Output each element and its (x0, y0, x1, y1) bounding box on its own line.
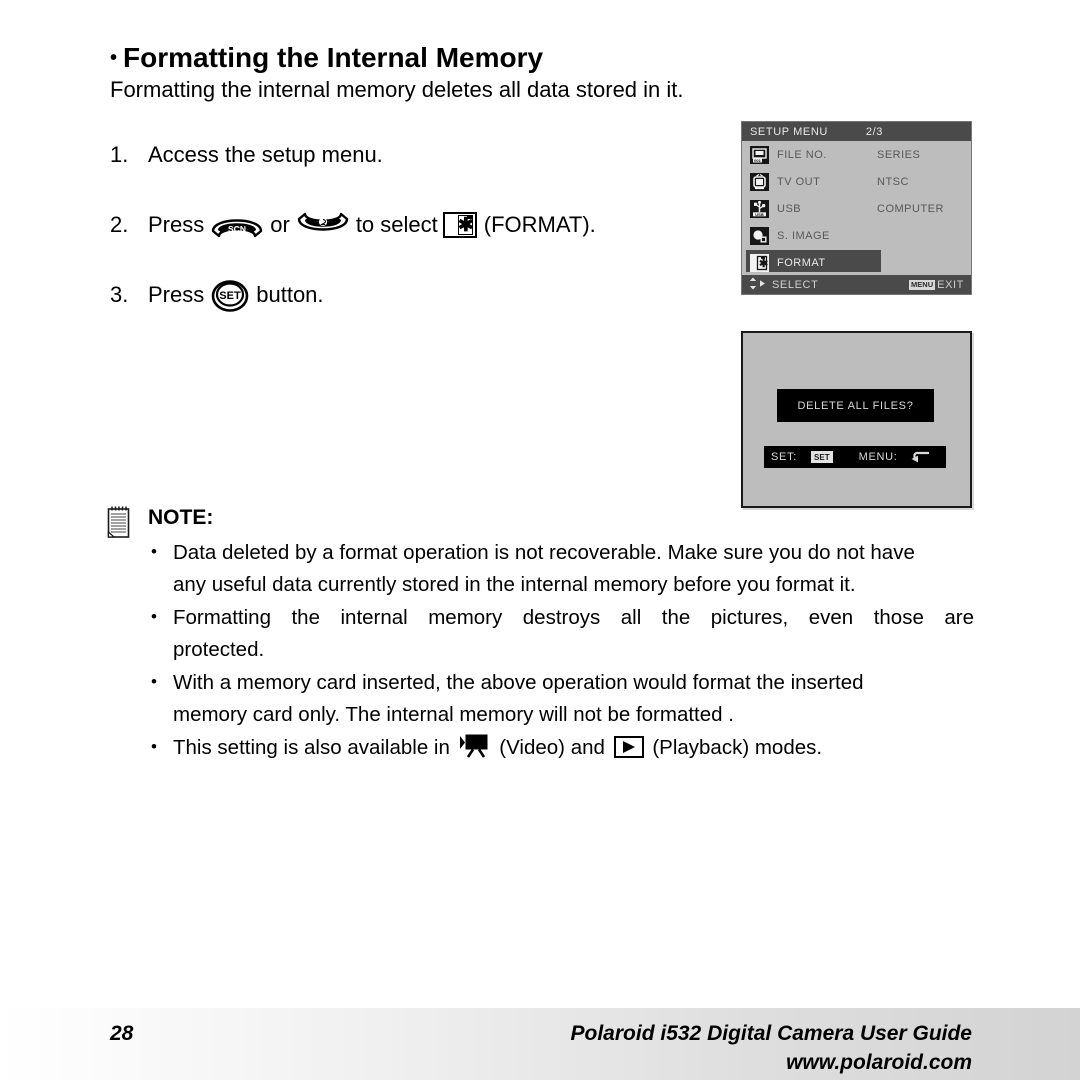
step-2-text-tail: (FORMAT). (483, 212, 596, 237)
camera-confirm-dialog-screenshot: DELETE ALL FILES? SET: SET MENU: (741, 331, 972, 508)
svg-text:✱: ✱ (759, 258, 768, 270)
page-subtitle: Formatting the internal memory deletes a… (110, 77, 684, 102)
setup-menu-page-index: 2/3 (865, 125, 884, 138)
confirm-dialog-action-bar: SET: SET MENU: (764, 446, 946, 468)
page-footer: 28 Polaroid i532 Digital Camera User Gui… (0, 1008, 1080, 1080)
step-3-text-button: button. (256, 282, 324, 307)
setup-menu-label-usb: USB (777, 202, 802, 215)
scn-button-icon: SCN (210, 211, 264, 239)
setup-menu-item-s-image[interactable]: S. IMAGE (742, 222, 971, 249)
note-item-line: With a memory card inserted, the above o… (173, 671, 864, 694)
step-3: 3. Press SET button. (110, 271, 710, 319)
guide-title: Polaroid i532 Digital Camera User Guide (570, 1022, 972, 1045)
note-item-line-inline: This setting is also available in (Video… (173, 732, 974, 764)
note-text-part-b: (Video) and (499, 736, 605, 759)
note-list: • Data deleted by a format operation is … (148, 537, 974, 765)
format-icon: ✱ (750, 253, 769, 272)
tv-out-icon (750, 172, 769, 191)
step-1: 1. Access the setup menu. (110, 131, 710, 179)
step-1-number: 1. (110, 142, 129, 167)
camera-setup-menu-screenshot: SETUP MENU 2/3 001 FILE NO. SERIES TV OU… (741, 121, 972, 295)
note-item-line: protected. (173, 638, 265, 661)
startup-image-icon (750, 226, 769, 245)
format-icon: ✱ (442, 212, 477, 238)
setup-menu-label-s-image: S. IMAGE (777, 229, 830, 242)
dpad-arrows-icon (748, 277, 766, 293)
playback-triangle-shape (622, 740, 635, 753)
note-item-line: Data deleted by a format operation is no… (173, 541, 915, 564)
menu-button-chip: MENU (909, 279, 936, 290)
confirm-menu-label: MENU: (858, 451, 898, 463)
svg-text:SCN: SCN (228, 224, 246, 234)
confirm-dialog-message: DELETE ALL FILES? (777, 389, 934, 422)
setup-menu-label-format: FORMAT (777, 256, 826, 269)
file-number-icon: 001 (750, 145, 769, 164)
self-timer-button-icon (296, 211, 350, 239)
step-2-text-press: Press (148, 212, 205, 237)
confirm-set-label: SET: (771, 451, 798, 463)
setup-menu-value-tv-out: NTSC (877, 175, 909, 188)
set-button-icon: SET (210, 275, 250, 315)
setup-menu-value-usb: COMPUTER (877, 202, 944, 215)
note-title: NOTE: (148, 506, 214, 529)
note-bullet-icon: • (151, 672, 157, 691)
setup-menu-item-usb[interactable]: USB USB COMPUTER (742, 195, 971, 222)
setup-menu-value-file-no: SERIES (877, 148, 921, 161)
step-3-number: 3. (110, 282, 129, 307)
step-1-text: Access the setup menu. (148, 142, 383, 167)
notepad-icon (106, 505, 132, 539)
playback-icon (613, 736, 644, 758)
back-arrow-icon (910, 450, 930, 464)
note-text-part-c: (Playback) modes. (652, 736, 823, 759)
setup-menu-label-file-no: FILE NO. (777, 148, 827, 161)
note-bullet-icon: • (151, 607, 157, 626)
page-number: 28 (110, 1022, 134, 1045)
video-camera-icon (459, 732, 491, 758)
format-star-glyph: ✱ (457, 215, 474, 236)
heading-text: Formatting the Internal Memory (123, 42, 544, 73)
note-item-line: Formatting the internal memory destroys … (173, 606, 974, 629)
note-item-line: any useful data currently stored in the … (173, 573, 856, 596)
setup-menu-label-tv-out: TV OUT (777, 175, 821, 188)
setup-menu-rows: 001 FILE NO. SERIES TV OUT NTSC USB USB … (742, 141, 971, 272)
setup-menu-title: SETUP MENU (750, 125, 828, 138)
note-item: • Data deleted by a format operation is … (148, 537, 974, 601)
svg-text:USB: USB (755, 211, 764, 216)
step-2-text-or: or (270, 212, 290, 237)
setup-menu-titlebar: SETUP MENU 2/3 (742, 122, 971, 141)
note-bullet-icon: • (151, 737, 157, 756)
note-item: • This setting is also available in (Vid… (148, 732, 974, 764)
step-2-text-select: to select (355, 212, 438, 237)
setup-menu-item-file-no[interactable]: 001 FILE NO. SERIES (742, 141, 971, 168)
note-item: • With a memory card inserted, the above… (148, 667, 974, 731)
step-2: 2. Press SCN or to select ✱ (FORMAT). (110, 201, 710, 249)
note-text-part-a: This setting is also available in (173, 736, 450, 759)
note-bullet-icon: • (151, 542, 157, 561)
note-item: • Formatting the internal memory destroy… (148, 602, 974, 666)
svg-text:001: 001 (754, 158, 761, 163)
setup-menu-select-label: SELECT (772, 278, 819, 291)
instruction-steps: 1. Access the setup menu. 2. Press SCN o… (110, 131, 710, 341)
step-3-text-press: Press (148, 282, 205, 307)
document-page: • Formatting the Internal Memory Formatti… (0, 0, 1080, 1080)
step-2-number: 2. (110, 212, 129, 237)
usb-icon: USB (750, 199, 769, 218)
set-button-chip: SET (811, 451, 833, 463)
setup-menu-item-tv-out[interactable]: TV OUT NTSC (742, 168, 971, 195)
note-item-line: memory card only. The internal memory wi… (173, 703, 734, 726)
page-title: • Formatting the Internal Memory (110, 42, 543, 74)
setup-menu-item-format[interactable]: ✱ FORMAT (742, 249, 971, 276)
website-url: www.polaroid.com (786, 1051, 972, 1074)
setup-menu-exit-label: EXIT (937, 278, 964, 291)
heading-bullet-icon: • (110, 47, 118, 69)
svg-text:SET: SET (220, 290, 242, 302)
setup-menu-bottom-bar: SELECT MENU EXIT (742, 275, 971, 294)
